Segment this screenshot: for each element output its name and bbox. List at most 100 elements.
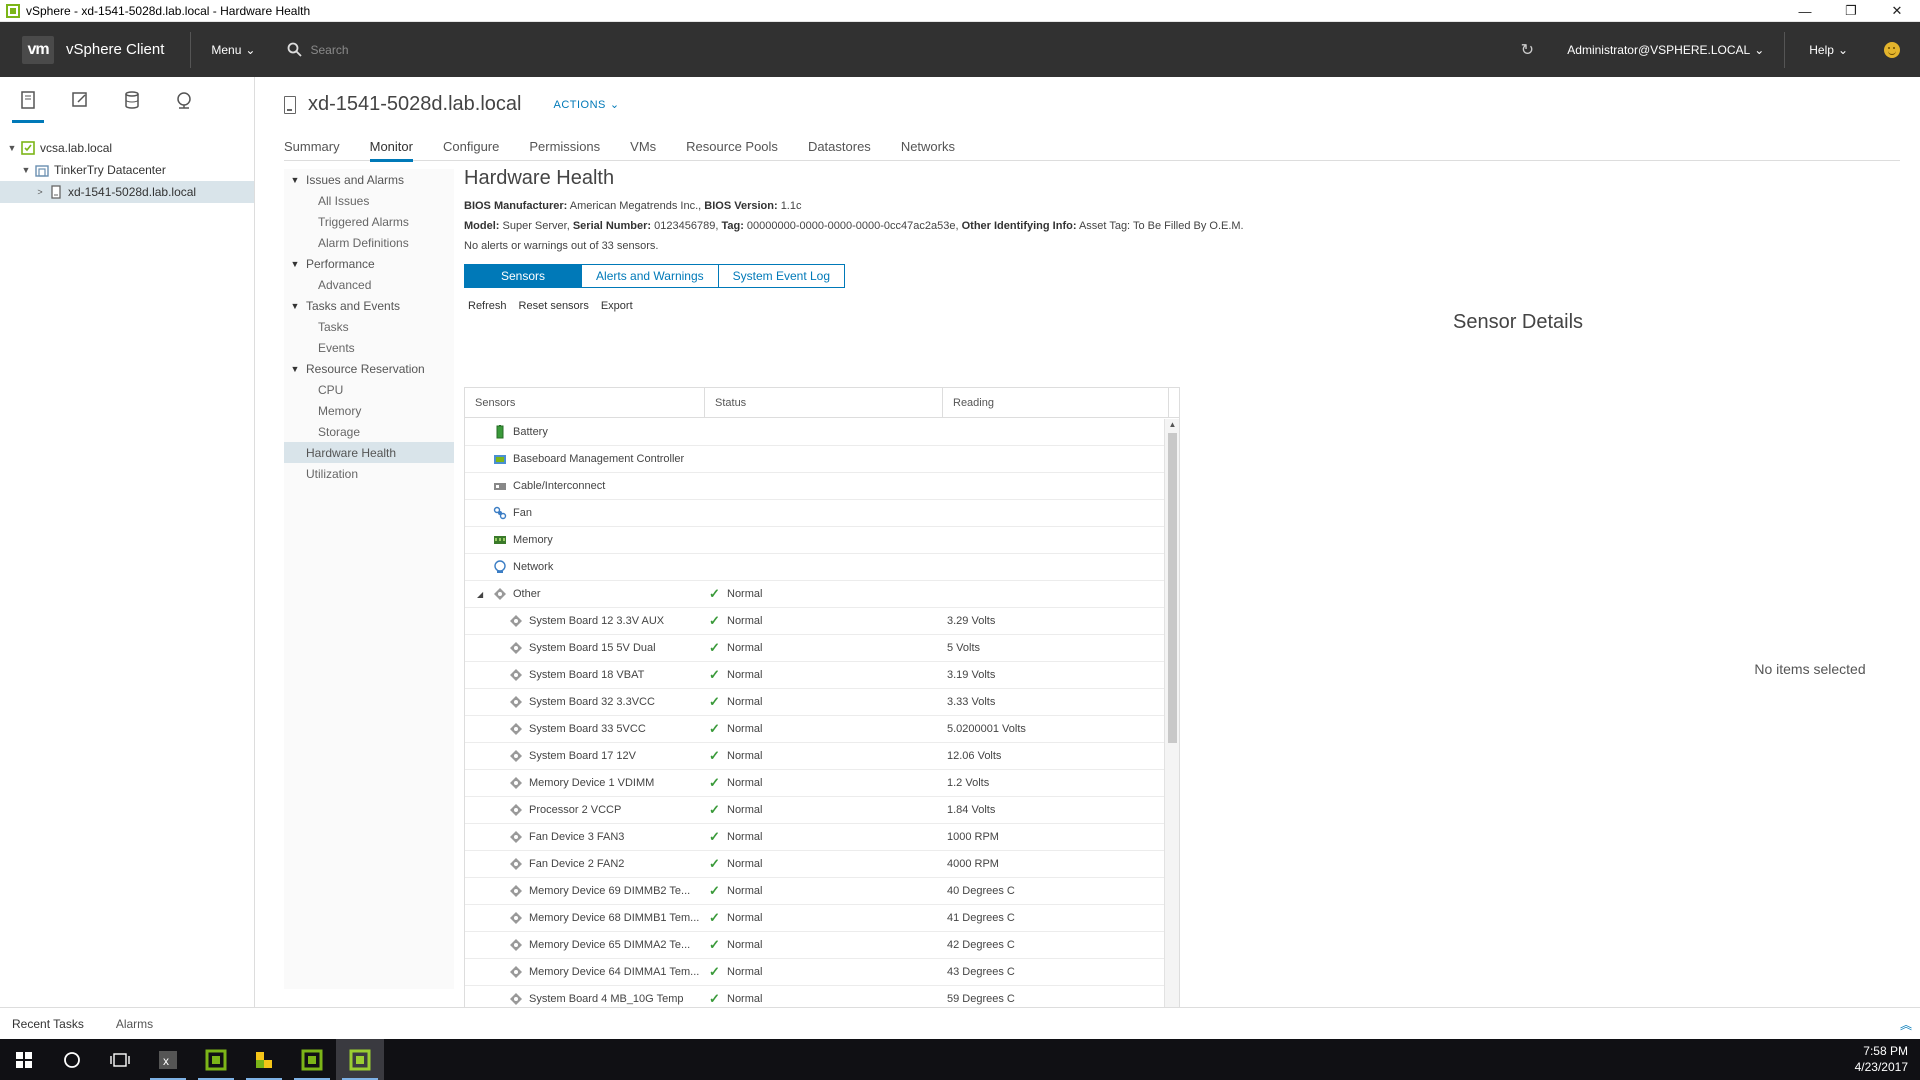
table-row[interactable]: Fan	[465, 500, 1165, 527]
table-row[interactable]: ◢ Other ✓ Normal	[465, 581, 1165, 608]
scroll-up-icon[interactable]: ▲	[1165, 419, 1179, 431]
menu-group-label: Tasks and Events	[306, 298, 401, 313]
sensor-status-cell: ✓ Normal	[705, 721, 943, 737]
tab-networks[interactable]: Networks	[901, 131, 969, 161]
export-button[interactable]: Export	[601, 300, 633, 312]
table-row[interactable]: System Board 32 3.3VCC ✓ Normal 3.33 Volts	[465, 689, 1165, 716]
menu-item-storage[interactable]: Storage	[284, 421, 454, 442]
networking-tab[interactable]	[172, 85, 196, 115]
storage-tab[interactable]	[120, 85, 144, 115]
table-row[interactable]: System Board 18 VBAT ✓ Normal 3.19 Volts	[465, 662, 1165, 689]
windows-start-icon[interactable]	[0, 1039, 48, 1080]
tree-expander[interactable]: ▼	[6, 143, 18, 153]
menu-item-alarm-definitions[interactable]: Alarm Definitions	[284, 232, 454, 253]
table-row[interactable]: Baseboard Management Controller	[465, 446, 1165, 473]
tab-system-event-log[interactable]: System Event Log	[718, 264, 846, 288]
hosts-clusters-tab[interactable]	[12, 85, 44, 123]
tab-permissions[interactable]: Permissions	[529, 131, 614, 161]
vsphere-browser-icon[interactable]	[336, 1039, 384, 1080]
table-row[interactable]: Cable/Interconnect	[465, 473, 1165, 500]
actions-dropdown[interactable]: ACTIONS ⌄	[554, 98, 620, 112]
menu-item-utilization[interactable]: Utilization	[284, 463, 454, 484]
sensor-status-cell: ✓ Normal	[705, 640, 943, 656]
minimize-button[interactable]: —	[1782, 0, 1828, 22]
bios-version-label: BIOS Version:	[704, 200, 778, 212]
menu-item-advanced[interactable]: Advanced	[284, 274, 454, 295]
table-row[interactable]: Memory Device 69 DIMMB2 Te... ✓ Normal 40 D…	[465, 878, 1165, 905]
sensor-status-cell: ✓ Normal	[705, 964, 943, 980]
menu-item-tasks[interactable]: Tasks	[284, 316, 454, 337]
table-row[interactable]: Memory	[465, 527, 1165, 554]
tab-datastores[interactable]: Datastores	[808, 131, 885, 161]
scroll-thumb[interactable]	[1168, 433, 1177, 743]
table-scrollbar[interactable]: ▲ ▼	[1164, 419, 1179, 1076]
vsphere-client-icon[interactable]	[288, 1039, 336, 1080]
menu-item-all-issues[interactable]: All Issues	[284, 190, 454, 211]
table-row[interactable]: Memory Device 65 DIMMA2 Te... ✓ Normal 42 D…	[465, 932, 1165, 959]
table-row[interactable]: Battery	[465, 419, 1165, 446]
menu-dropdown[interactable]: Menu ⌄	[211, 43, 255, 57]
vms-templates-tab[interactable]	[68, 85, 92, 115]
table-row[interactable]: Processor 2 VCCP ✓ Normal 1.84 Volts	[465, 797, 1165, 824]
expand-panel-icon[interactable]: ︽	[1900, 1016, 1912, 1033]
menu-item-memory[interactable]: Memory	[284, 400, 454, 421]
excel-app-icon[interactable]: x	[144, 1039, 192, 1080]
file-explorer-icon[interactable]	[240, 1039, 288, 1080]
recent-tasks-tab[interactable]: Recent Tasks	[12, 1017, 84, 1031]
tab-summary[interactable]: Summary	[284, 131, 354, 161]
tree-expander[interactable]: >	[34, 187, 46, 197]
table-row[interactable]: Network	[465, 554, 1165, 581]
tab-monitor[interactable]: Monitor	[369, 131, 427, 162]
column-header-status[interactable]: Status	[705, 388, 943, 417]
system-clock[interactable]: 7:58 PM 4/23/2017	[1855, 1043, 1908, 1075]
table-row[interactable]: System Board 15 5V Dual ✓ Normal 5 Volts	[465, 635, 1165, 662]
global-search[interactable]	[287, 42, 687, 57]
vsphere-app-icon[interactable]	[192, 1039, 240, 1080]
tab-resource-pools[interactable]: Resource Pools	[686, 131, 792, 161]
alarms-tab[interactable]: Alarms	[116, 1017, 153, 1031]
menu-group-resource-reservation[interactable]: ▼ Resource Reservation	[284, 358, 454, 379]
column-header-reading[interactable]: Reading	[943, 388, 1169, 417]
table-row[interactable]: System Board 17 12V ✓ Normal 12.06 Volts	[465, 743, 1165, 770]
menu-item-triggered-alarms[interactable]: Triggered Alarms	[284, 211, 454, 232]
tab-configure[interactable]: Configure	[443, 131, 513, 161]
menu-item-cpu[interactable]: CPU	[284, 379, 454, 400]
menu-item-hardware-health[interactable]: Hardware Health	[284, 442, 454, 463]
tree-node-host[interactable]: > xd-1541-5028d.lab.local	[0, 181, 254, 203]
tree-node-vcenter[interactable]: ▼ vcsa.lab.local	[0, 137, 254, 159]
table-row[interactable]: Fan Device 2 FAN2 ✓ Normal 4000 RPM	[465, 851, 1165, 878]
user-dropdown[interactable]: Administrator@VSPHERE.LOCAL ⌄	[1567, 43, 1764, 57]
tab-sensors[interactable]: Sensors	[464, 264, 583, 288]
search-input[interactable]	[310, 42, 611, 57]
restore-button[interactable]: ❐	[1828, 0, 1874, 22]
refresh-button[interactable]: Refresh	[468, 300, 507, 312]
table-row[interactable]: System Board 33 5VCC ✓ Normal 5.0200001 Vol…	[465, 716, 1165, 743]
menu-group-performance[interactable]: ▼ Performance	[284, 253, 454, 274]
feedback-smiley-icon[interactable]	[1884, 41, 1900, 58]
reset-sensors-button[interactable]: Reset sensors	[519, 300, 589, 312]
refresh-icon[interactable]: ↻	[1517, 40, 1537, 60]
column-header-sensors[interactable]: Sensors	[465, 388, 705, 417]
brand-name[interactable]: vSphere Client	[66, 41, 164, 58]
tab-vms[interactable]: VMs	[630, 131, 670, 161]
expand-triangle-icon[interactable]: ◢	[477, 590, 493, 599]
table-row[interactable]: Fan Device 3 FAN3 ✓ Normal 1000 RPM	[465, 824, 1165, 851]
other-info-value: Asset Tag: To Be Filled By O.E.M.	[1078, 220, 1244, 232]
close-window-button[interactable]: ✕	[1874, 0, 1920, 22]
table-row[interactable]: Memory Device 64 DIMMA1 Tem... ✓ Normal 43 …	[465, 959, 1165, 986]
vmware-logo[interactable]: vm	[22, 35, 54, 64]
cortana-search-icon[interactable]	[48, 1039, 96, 1080]
table-row[interactable]: System Board 12 3.3V AUX ✓ Normal 3.29 Volt…	[465, 608, 1165, 635]
table-row[interactable]: Memory Device 1 VDIMM ✓ Normal 1.2 Volts	[465, 770, 1165, 797]
tree-node-datacenter[interactable]: ▼ TinkerTry Datacenter	[0, 159, 254, 181]
empty-state-message: No items selected	[1754, 661, 1866, 677]
table-row[interactable]: Memory Device 68 DIMMB1 Tem... ✓ Normal 41 …	[465, 905, 1165, 932]
menu-item-events[interactable]: Events	[284, 337, 454, 358]
sensor-status-cell: ✓ Normal	[705, 667, 943, 683]
tab-alerts-warnings[interactable]: Alerts and Warnings	[582, 264, 719, 288]
menu-group-tasks-events[interactable]: ▼ Tasks and Events	[284, 295, 454, 316]
task-view-icon[interactable]	[96, 1039, 144, 1080]
menu-group-issues-alarms[interactable]: ▼ Issues and Alarms	[284, 169, 454, 190]
help-dropdown[interactable]: Help ⌄	[1784, 31, 1848, 68]
tree-expander[interactable]: ▼	[20, 165, 32, 175]
